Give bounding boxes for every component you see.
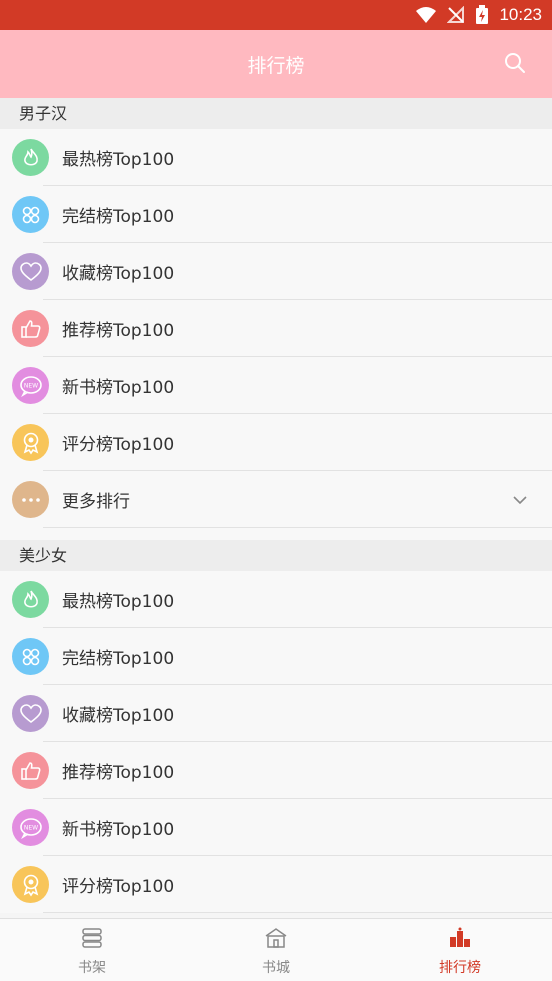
heart-icon [12, 695, 49, 732]
svg-text:NEW: NEW [23, 382, 37, 389]
wifi-icon [415, 6, 437, 24]
list-item-label: 评分榜Top100 [62, 435, 175, 455]
section-header: 美少女 [0, 540, 552, 571]
section-header: 男子汉 [0, 98, 552, 129]
list-item-label: 完结榜Top100 [62, 649, 175, 669]
status-time: 10:23 [499, 5, 542, 24]
battery-charging-icon [475, 5, 489, 25]
bookstore-icon [264, 927, 288, 953]
list-item[interactable]: 评分榜Top100 [0, 856, 552, 913]
thumbs-up-icon [12, 310, 49, 347]
list-item[interactable]: 完结榜Top100 [0, 628, 552, 685]
flame-icon [12, 581, 49, 618]
chevron-down-icon[interactable] [512, 492, 528, 506]
tab-bookstore[interactable]: 书城 [184, 919, 368, 981]
bottom-tab-bar: 书架 书城 排行榜 [0, 918, 552, 981]
list-item-label: 推荐榜Top100 [62, 321, 175, 341]
list-item[interactable]: NEW 新书榜Top100 [0, 799, 552, 856]
list-item-label: 更多排行 [62, 492, 130, 512]
list-item[interactable]: NEW 新书榜Top100 [0, 357, 552, 414]
title-bar: 排行榜 [0, 30, 552, 98]
tab-bookshelf[interactable]: 书架 [0, 919, 184, 981]
ranking-icon [448, 927, 472, 953]
ranking-list[interactable]: 男子汉 最热榜Top100 完结榜Top100 收藏榜Top100 推荐榜Top… [0, 98, 552, 918]
list-item[interactable]: 最热榜Top100 [0, 129, 552, 186]
list-item-label: 评分榜Top100 [62, 877, 175, 897]
page-title: 排行榜 [247, 54, 305, 77]
thumbs-up-icon [12, 752, 49, 789]
ranking-list-female: 最热榜Top100 完结榜Top100 收藏榜Top100 推荐榜Top100 [0, 571, 552, 913]
list-item[interactable]: 完结榜Top100 [0, 186, 552, 243]
grid-icon [12, 638, 49, 675]
list-item[interactable]: 收藏榜Top100 [0, 685, 552, 742]
list-item[interactable]: 推荐榜Top100 [0, 742, 552, 799]
list-item[interactable]: 推荐榜Top100 [0, 300, 552, 357]
ranking-list-male: 最热榜Top100 完结榜Top100 收藏榜Top100 推荐榜Top100 [0, 129, 552, 528]
list-item-label: 最热榜Top100 [62, 150, 175, 170]
list-item-label: 新书榜Top100 [62, 820, 175, 840]
list-item-label: 收藏榜Top100 [62, 706, 175, 726]
list-item[interactable]: 评分榜Top100 [0, 414, 552, 471]
tab-label: 书城 [262, 960, 290, 976]
tab-label: 排行榜 [439, 960, 481, 976]
tab-label: 书架 [78, 960, 106, 976]
section-female: 美少女 最热榜Top100 完结榜Top100 收藏榜Top100 推荐榜Top… [0, 540, 552, 913]
list-item-label: 收藏榜Top100 [62, 264, 175, 284]
search-icon[interactable] [504, 52, 526, 74]
more-icon [12, 481, 49, 518]
grid-icon [12, 196, 49, 233]
no-signal-icon [447, 6, 465, 24]
section-gap [0, 528, 552, 540]
more-rankings-item[interactable]: 更多排行 [0, 471, 552, 528]
heart-icon [12, 253, 49, 290]
new-badge-icon: NEW [12, 367, 49, 404]
new-badge-icon: NEW [12, 809, 49, 846]
flame-icon [12, 139, 49, 176]
tab-ranking[interactable]: 排行榜 [368, 919, 552, 981]
list-item[interactable]: 收藏榜Top100 [0, 243, 552, 300]
list-item-label: 新书榜Top100 [62, 378, 175, 398]
section-male: 男子汉 最热榜Top100 完结榜Top100 收藏榜Top100 推荐榜Top… [0, 98, 552, 540]
svg-text:NEW: NEW [23, 824, 37, 831]
list-item-label: 最热榜Top100 [62, 592, 175, 612]
medal-icon [12, 866, 49, 903]
list-item-label: 推荐榜Top100 [62, 763, 175, 783]
list-item[interactable]: 最热榜Top100 [0, 571, 552, 628]
medal-icon [12, 424, 49, 461]
list-item-label: 完结榜Top100 [62, 207, 175, 227]
bookshelf-icon [80, 927, 104, 953]
status-bar: 10:23 [0, 0, 552, 30]
